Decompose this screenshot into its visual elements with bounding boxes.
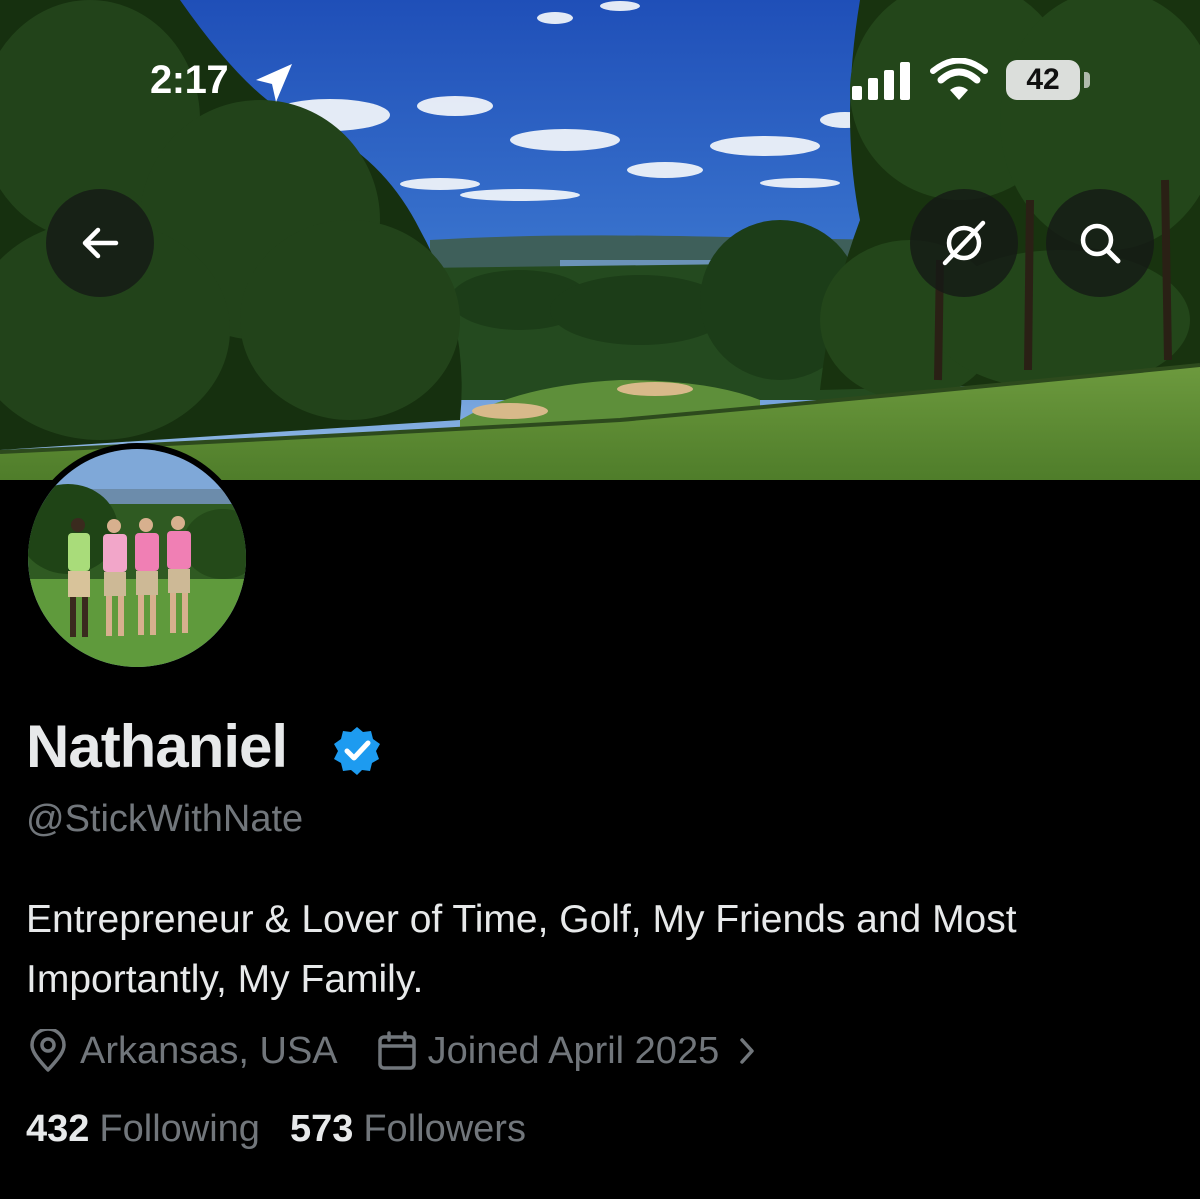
search-button[interactable]	[1046, 189, 1154, 297]
arrow-left-icon	[82, 227, 119, 259]
following-count: 432	[26, 1108, 90, 1150]
back-button[interactable]	[46, 189, 154, 297]
location-text: Arkansas, USA	[80, 1029, 338, 1072]
avatar-image	[28, 449, 246, 667]
followers-link[interactable]: 573 Followers	[290, 1108, 526, 1151]
profile-avatar[interactable]	[22, 443, 252, 673]
verified-badge-icon[interactable]	[332, 725, 382, 775]
profile-banner[interactable]: 2:17 42	[0, 0, 1200, 480]
search-icon	[1080, 223, 1121, 264]
location-pin-icon	[30, 1029, 66, 1072]
grok-slash-icon	[942, 220, 986, 266]
wifi-icon	[930, 58, 988, 100]
profile-meta: Arkansas, USA Joined April 2025	[28, 1026, 757, 1076]
chevron-right-icon	[740, 1038, 754, 1064]
followers-count: 573	[289, 1108, 354, 1150]
location: Arkansas, USA	[28, 1029, 338, 1073]
bio: Entrepreneur & Lover of Time, Golf, My F…	[26, 898, 1017, 1001]
battery-nub	[1084, 72, 1090, 88]
battery-indicator: 42	[1006, 60, 1080, 100]
location-arrow-icon	[256, 64, 292, 102]
cellular-signal-icon	[852, 62, 910, 100]
calendar-icon	[377, 1031, 416, 1070]
handle: @StickWithNate	[26, 798, 304, 840]
followers-label: Followers	[363, 1108, 526, 1150]
joined-date[interactable]: Joined April 2025	[376, 1030, 758, 1073]
display-name: Nathaniel	[26, 713, 288, 780]
status-time: 2:17	[150, 58, 229, 102]
following-link[interactable]: 432 Following	[26, 1108, 260, 1151]
following-label: Following	[99, 1108, 260, 1150]
joined-text: Joined April 2025	[427, 1029, 720, 1072]
grok-button[interactable]	[910, 189, 1018, 297]
follow-stats: 432 Following 573 Followers	[26, 1108, 526, 1151]
